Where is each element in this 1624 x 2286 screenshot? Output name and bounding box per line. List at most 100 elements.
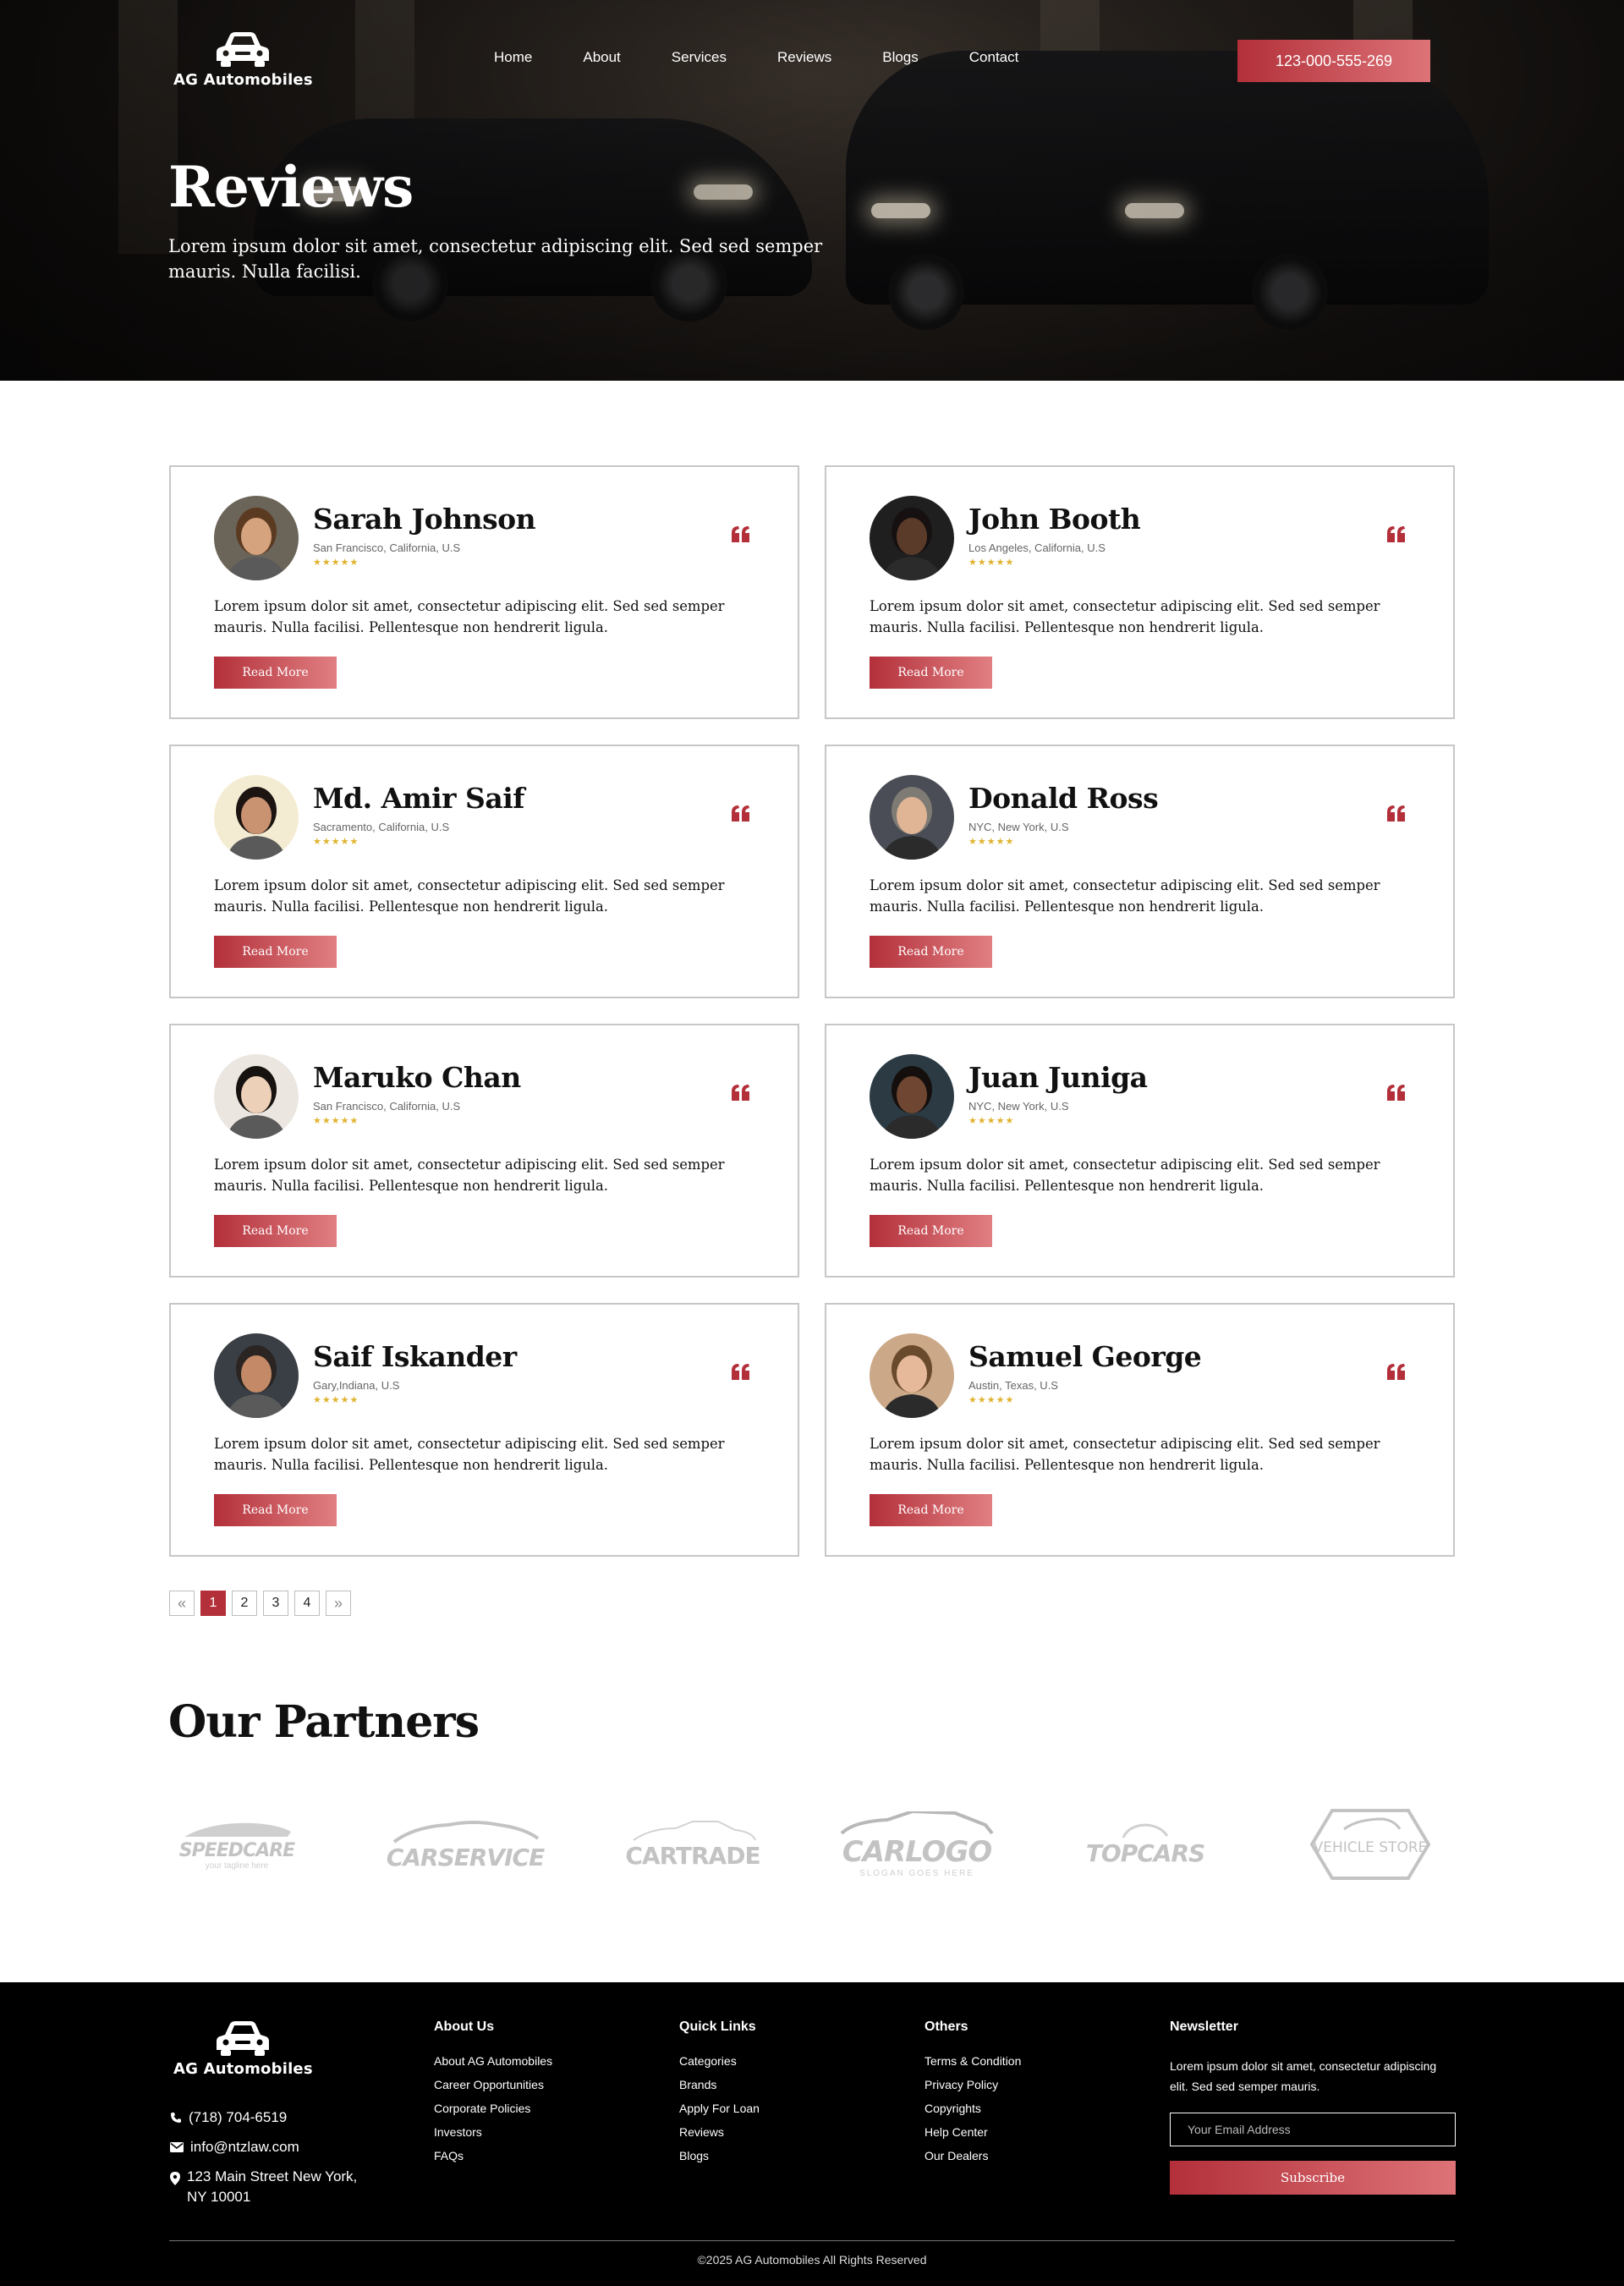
phone-icon <box>171 2113 181 2123</box>
avatar <box>870 1333 954 1418</box>
car-silhouette-icon <box>184 1822 291 1837</box>
rating-stars: ★★★★★ <box>968 558 1015 568</box>
footer-link[interactable]: Privacy Policy <box>924 2078 1021 2091</box>
newsletter-description: Lorem ipsum dolor sit amet, consectetur … <box>1170 2059 1437 2093</box>
phone-button[interactable]: 123-000-555-269 <box>1237 40 1430 82</box>
brand-name: AG Automobiles <box>173 71 313 89</box>
review-card: Maruko Chan San Francisco, California, U… <box>169 1024 799 1278</box>
footer-link[interactable]: Reviews <box>679 2125 760 2139</box>
review-card: Saif Iskander Gary,Indiana, U.S ★★★★★ Lo… <box>169 1303 799 1557</box>
review-card: Samuel George Austin, Texas, U.S ★★★★★ L… <box>825 1303 1455 1557</box>
footer-phone[interactable]: (718) 704-6519 <box>170 2107 287 2128</box>
footer-link[interactable]: Investors <box>434 2125 552 2139</box>
footer-link[interactable]: Help Center <box>924 2125 1021 2139</box>
partner-logo-vehicle-store[interactable]: VEHICLE STORE <box>1303 1802 1438 1887</box>
nav-contact[interactable]: Contact <box>969 49 1019 66</box>
footer-quick-links: Categories Brands Apply For Loan Reviews… <box>679 2054 760 2162</box>
avatar <box>870 775 954 860</box>
nav-about[interactable]: About <box>583 49 620 66</box>
reviewer-location: San Francisco, California, U.S <box>313 541 461 554</box>
footer-link[interactable]: Categories <box>679 2054 760 2068</box>
read-more-button[interactable]: Read More <box>870 936 992 968</box>
avatar <box>214 1333 299 1418</box>
reviewer-location: Austin, Texas, U.S <box>968 1379 1058 1392</box>
reviewer-name: Juan Juniga <box>968 1061 1148 1094</box>
newsletter-email-input[interactable]: Your Email Address <box>1170 2113 1456 2146</box>
read-more-button[interactable]: Read More <box>870 1494 992 1526</box>
car-silhouette-icon <box>633 1820 756 1841</box>
footer-link[interactable]: Terms & Condition <box>924 2054 1021 2068</box>
review-text: Lorem ipsum dolor sit amet, consectetur … <box>214 1436 725 1473</box>
address-line-1: 123 Main Street New York, <box>187 2168 358 2184</box>
footer-link[interactable]: Our Dealers <box>924 2149 1021 2162</box>
car-silhouette-icon <box>392 1820 540 1844</box>
partner-logo-speedcare[interactable]: SPEEDCARE your tagline here <box>169 1802 304 1887</box>
footer-link[interactable]: Corporate Policies <box>434 2102 552 2115</box>
footer-phone-text: (718) 704-6519 <box>189 2109 288 2125</box>
footer-address: 123 Main Street New York, NY 10001 <box>170 2167 357 2207</box>
review-text: Lorem ipsum dolor sit amet, consectetur … <box>214 877 725 915</box>
pagination-next[interactable]: » <box>326 1591 351 1616</box>
footer-link[interactable]: Career Opportunities <box>434 2078 552 2091</box>
review-text: Lorem ipsum dolor sit amet, consectetur … <box>870 877 1380 915</box>
quote-icon <box>732 1364 749 1380</box>
read-more-button[interactable]: Read More <box>214 1215 337 1247</box>
partner-name: VEHICLE STORE <box>1314 1839 1428 1856</box>
quote-icon <box>732 526 749 542</box>
footer-logo[interactable]: AG Automobiles <box>173 2019 313 2078</box>
pagination-page-3[interactable]: 3 <box>263 1591 288 1616</box>
quote-icon <box>1387 805 1405 822</box>
reviewer-location: Gary,Indiana, U.S <box>313 1379 400 1392</box>
partner-logo-cartrade[interactable]: CARTRADE <box>623 1802 763 1887</box>
review-text: Lorem ipsum dolor sit amet, consectetur … <box>214 598 725 635</box>
partner-logo-carlogo[interactable]: CARLOGO SLOGAN GOES HERE <box>834 1802 1000 1887</box>
footer-link[interactable]: Apply For Loan <box>679 2102 760 2115</box>
page-title: Reviews <box>168 154 414 220</box>
nav-reviews[interactable]: Reviews <box>777 49 831 66</box>
footer-about-links: About AG Automobiles Career Opportunitie… <box>434 2054 552 2162</box>
pagination-page-2[interactable]: 2 <box>232 1591 257 1616</box>
footer-others-heading: Others <box>924 2019 968 2034</box>
subscribe-button[interactable]: Subscribe <box>1170 2161 1456 2195</box>
footer-email[interactable]: info@ntzlaw.com <box>170 2137 299 2157</box>
pagination: « 1 2 3 4 » <box>169 1591 351 1616</box>
footer-link[interactable]: About AG Automobiles <box>434 2054 552 2068</box>
pagination-prev[interactable]: « <box>169 1591 195 1616</box>
hero-subtitle: Lorem ipsum dolor sit amet, consectetur … <box>168 236 823 282</box>
rating-stars: ★★★★★ <box>313 837 359 847</box>
pagination-page-1[interactable]: 1 <box>200 1591 226 1616</box>
avatar <box>870 496 954 580</box>
partners-title: Our Partners <box>168 1696 480 1748</box>
reviewer-name: Md. Amir Saif <box>313 782 524 815</box>
footer-link[interactable]: Blogs <box>679 2149 760 2162</box>
reviewer-location: Los Angeles, California, U.S <box>968 541 1106 554</box>
read-more-button[interactable]: Read More <box>214 1494 337 1526</box>
partner-logo-topcars[interactable]: TOPCARS <box>1054 1802 1237 1887</box>
avatar <box>214 496 299 580</box>
footer-link[interactable]: FAQs <box>434 2149 552 2162</box>
partner-tagline: SLOGAN GOES HERE <box>859 1868 974 1878</box>
footer-link[interactable]: Brands <box>679 2078 760 2091</box>
nav-blogs[interactable]: Blogs <box>882 49 919 66</box>
review-card: John Booth Los Angeles, California, U.S … <box>825 465 1455 719</box>
nav-home[interactable]: Home <box>494 49 532 66</box>
reviewer-name: Donald Ross <box>968 782 1159 815</box>
partner-name: CARSERVICE <box>386 1843 545 1871</box>
partner-logo-carservice[interactable]: CARSERVICE <box>382 1802 548 1887</box>
read-more-button[interactable]: Read More <box>214 936 337 968</box>
footer-quick-heading: Quick Links <box>679 2019 756 2034</box>
car-silhouette-icon <box>1122 1822 1169 1838</box>
partner-name: SPEEDCARE <box>178 1840 295 1861</box>
pagination-page-4[interactable]: 4 <box>294 1591 320 1616</box>
read-more-button[interactable]: Read More <box>870 1215 992 1247</box>
partner-name: TOPCARS <box>1085 1838 1205 1867</box>
read-more-button[interactable]: Read More <box>870 657 992 689</box>
brand-logo[interactable]: AG Automobiles <box>173 30 313 89</box>
review-text: Lorem ipsum dolor sit amet, consectetur … <box>870 1157 1380 1194</box>
nav-services[interactable]: Services <box>672 49 727 66</box>
review-text: Lorem ipsum dolor sit amet, consectetur … <box>870 1436 1380 1473</box>
read-more-button[interactable]: Read More <box>214 657 337 689</box>
location-pin-icon <box>170 2172 180 2185</box>
rating-stars: ★★★★★ <box>968 1395 1015 1405</box>
footer-link[interactable]: Copyrights <box>924 2102 1021 2115</box>
